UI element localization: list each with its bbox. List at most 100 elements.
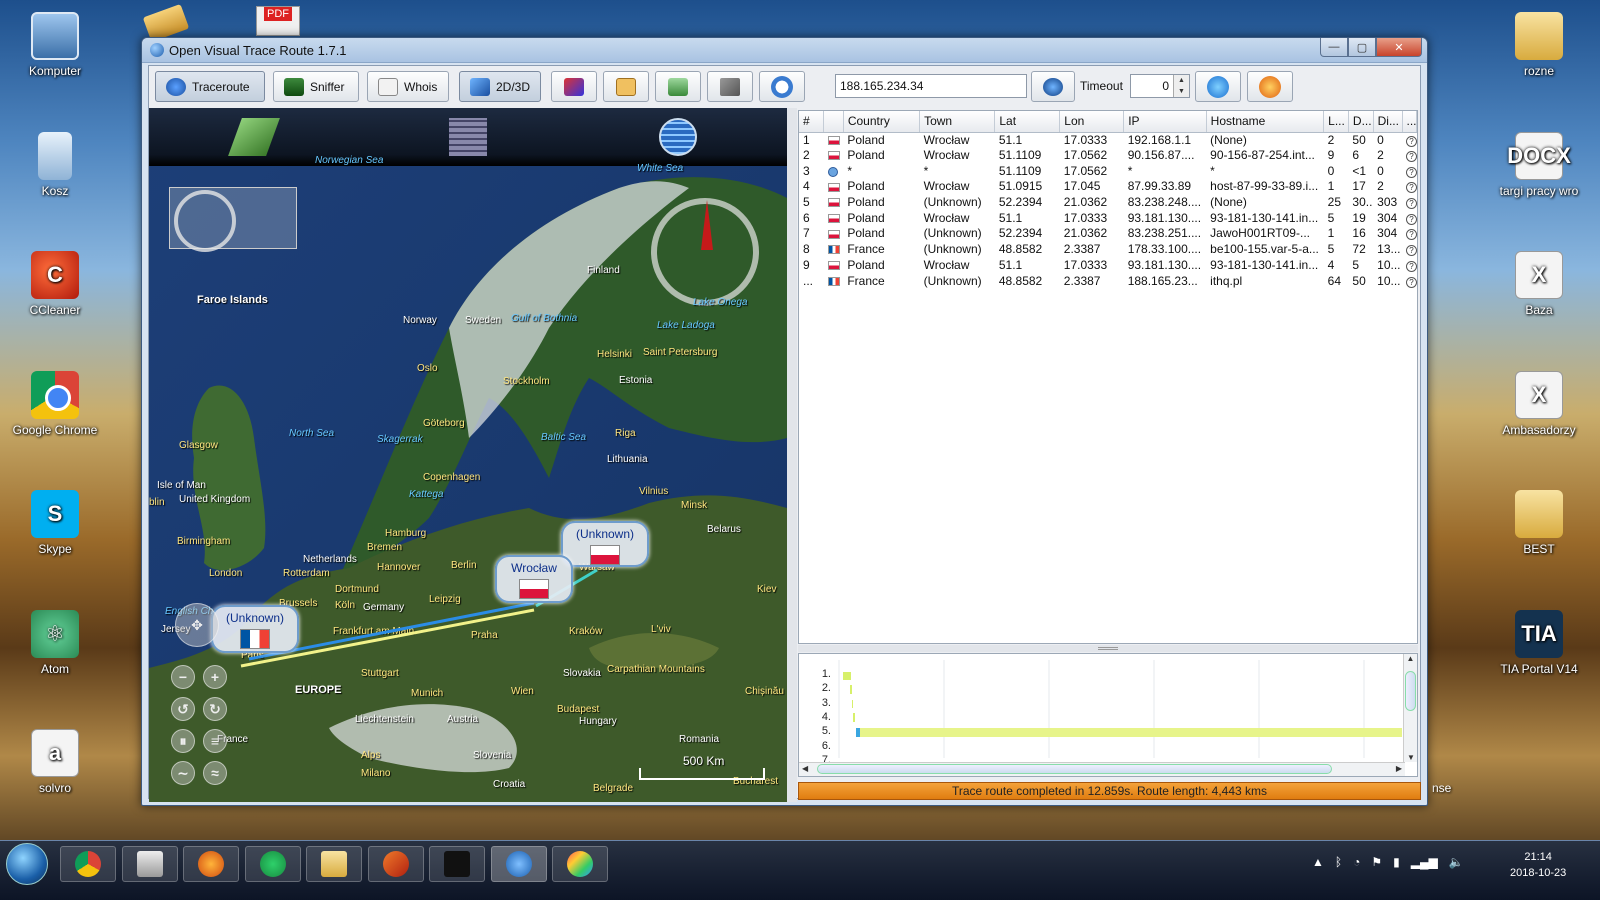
bluetooth-icon[interactable]: ᛒ <box>1335 855 1342 869</box>
whois-help-icon[interactable]: ? <box>1406 229 1417 241</box>
pan-control-icon[interactable]: ✥ <box>175 603 219 647</box>
column-header[interactable]: Di... <box>1373 111 1403 133</box>
clock[interactable]: 21:14 2018-10-23 <box>1510 849 1566 881</box>
taskbar-app-button[interactable] <box>490 846 547 882</box>
column-header[interactable]: ... <box>1402 111 1417 133</box>
desktop-shortcut-left[interactable]: S Skype <box>7 490 103 556</box>
column-header[interactable]: Lat <box>994 111 1061 133</box>
start-button[interactable] <box>6 843 48 885</box>
wifi-manager-icon[interactable]: ◔ <box>1353 855 1360 869</box>
column-header[interactable]: Hostname <box>1206 111 1325 133</box>
settings-button[interactable] <box>707 71 753 102</box>
column-header[interactable]: D... <box>1348 111 1374 133</box>
table-row[interactable]: 2 Poland Wrocław 51.1109 17.0562 90.156.87...… <box>799 148 1417 164</box>
tilt-up-icon[interactable]: ⏸ <box>171 729 195 753</box>
about-button[interactable] <box>759 71 805 102</box>
whois-help-icon[interactable]: ? <box>1406 198 1417 210</box>
whois-help-icon[interactable]: ? <box>1406 166 1417 178</box>
scroll-right-arrow-icon[interactable]: ▶ <box>1396 764 1402 773</box>
table-row[interactable]: 5 Poland (Unknown) 52.2394 21.0362 83.238.248… <box>799 195 1417 211</box>
whois-button[interactable]: Whois <box>367 71 449 102</box>
desktop-shortcut-left[interactable]: Google Chrome <box>7 370 103 437</box>
spinner-arrows-icon[interactable]: ▲ ▼ <box>1173 75 1189 97</box>
vertical-splitter[interactable] <box>787 108 797 802</box>
taskbar-app-button[interactable] <box>429 846 485 882</box>
flat-map-icon[interactable] <box>449 118 487 156</box>
graph-horizontal-scrollbar[interactable]: ◀ ▶ <box>799 762 1405 776</box>
compass-icon[interactable] <box>651 198 759 306</box>
timeout-spinner[interactable]: 0 ▲ ▼ <box>1130 74 1190 98</box>
column-header[interactable]: IP <box>1123 111 1207 133</box>
taskbar-app-button[interactable] <box>60 846 116 882</box>
target-ip-input[interactable]: 188.165.234.34 <box>835 74 1027 98</box>
desktop-shortcut-right[interactable]: X Ambasadorzy <box>1491 370 1587 437</box>
graph-vertical-scrollbar[interactable]: ▲ ▼ <box>1403 654 1417 762</box>
hop-marker-warsaw[interactable]: (Unknown) <box>561 521 649 567</box>
desktop-shortcut-left[interactable]: ⚛ Atom <box>7 609 103 676</box>
pdf-file-icon[interactable]: PDF <box>256 6 300 36</box>
table-row[interactable]: ... France (Unknown) 48.8582 2.3387 188.165.2… <box>799 273 1417 289</box>
whois-help-icon[interactable]: ? <box>1406 151 1417 163</box>
taskbar-app-button[interactable] <box>552 846 608 882</box>
title-bar[interactable]: Open Visual Trace Route 1.7.1 — ▢ ✕ <box>142 38 1427 63</box>
column-header[interactable]: Country <box>843 111 921 133</box>
altitude-down-icon[interactable]: ∼ <box>171 761 195 785</box>
column-header[interactable]: L... <box>1323 111 1349 133</box>
taskbar-app-button[interactable] <box>306 846 362 882</box>
desktop-shortcut-right[interactable]: TIA TIA Portal V14 <box>1491 609 1587 676</box>
whois-help-icon[interactable]: ? <box>1406 182 1417 194</box>
taskbar-app-button[interactable] <box>367 846 424 882</box>
taskbar-app-button[interactable] <box>244 846 301 882</box>
stop-trace-button[interactable] <box>1247 71 1293 102</box>
zoom-out-icon[interactable]: − <box>171 665 195 689</box>
column-header[interactable]: # <box>799 111 825 133</box>
taskbar-app-button[interactable] <box>183 846 239 882</box>
table-row[interactable]: 6 Poland Wrocław 51.1 17.0333 93.181.130.... 9… <box>799 210 1417 226</box>
mode-2d3d-button[interactable]: 2D/3D <box>459 71 541 102</box>
latency-graph[interactable]: 1. 2. 3. 4. 5. 6. 7. ▲ ▼ ◀ ▶ <box>798 653 1418 777</box>
whois-help-icon[interactable]: ? <box>1406 260 1417 272</box>
world-map-view[interactable]: Faroe Islands Finland Norway Sweden Gulf of … <box>149 108 787 802</box>
desktop-shortcut-right[interactable]: X Baza <box>1491 251 1587 317</box>
table-row[interactable]: 4 Poland Wrocław 51.0915 17.045 87.99.33.89 ho… <box>799 179 1417 195</box>
column-header[interactable] <box>823 111 844 133</box>
desktop-shortcut-left[interactable]: a solvro <box>7 729 103 795</box>
hop-marker-wroclaw[interactable]: Wrocław <box>495 555 573 603</box>
resolve-host-button[interactable] <box>1031 71 1075 102</box>
whois-help-icon[interactable]: ? <box>1406 213 1417 225</box>
export-image-button[interactable] <box>551 71 597 102</box>
sniffer-button[interactable]: Sniffer <box>273 71 359 102</box>
signal-icon[interactable]: ▂▄▆ <box>1411 855 1438 869</box>
horizontal-splitter[interactable] <box>798 645 1418 652</box>
copy-clipboard-button[interactable] <box>603 71 649 102</box>
whois-help-icon[interactable]: ? <box>1406 135 1417 147</box>
scroll-up-arrow-icon[interactable]: ▲ <box>1404 654 1417 663</box>
show-hidden-icon[interactable]: ▲ <box>1312 855 1324 869</box>
battery-icon[interactable]: ▮ <box>1393 855 1400 869</box>
rotate-left-icon[interactable]: ↺ <box>171 697 195 721</box>
column-header[interactable]: Lon <box>1059 111 1125 133</box>
desktop-shortcut-left[interactable]: Komputer <box>7 12 103 78</box>
table-row[interactable]: 8 France (Unknown) 48.8582 2.3387 178.33.100.… <box>799 242 1417 258</box>
maximize-button[interactable]: ▢ <box>1348 38 1376 57</box>
start-trace-button[interactable] <box>1195 71 1241 102</box>
hops-table[interactable]: # Country Town Lat Lon IP Hostname L... D... Di..… <box>798 110 1418 644</box>
rotate-right-icon[interactable]: ↻ <box>203 697 227 721</box>
globe-view-icon[interactable] <box>659 118 697 156</box>
traceroute-button[interactable]: Traceroute <box>155 71 265 102</box>
minimap[interactable] <box>169 187 297 252</box>
desktop-shortcut-right[interactable]: rozne <box>1491 12 1587 78</box>
scroll-down-arrow-icon[interactable]: ▼ <box>1404 753 1417 762</box>
desktop-shortcut-right[interactable]: DOCX targi pracy wro <box>1491 131 1587 198</box>
scroll-thumb[interactable] <box>1405 671 1416 711</box>
desktop-shortcut-left[interactable]: Kosz <box>7 131 103 198</box>
whois-help-icon[interactable]: ? <box>1406 276 1417 288</box>
network-flag-icon[interactable]: ⚑ <box>1371 855 1382 869</box>
hop-marker-paris[interactable]: (Unknown) <box>211 605 299 653</box>
tilt-down-icon[interactable]: ≡ <box>203 729 227 753</box>
close-button[interactable]: ✕ <box>1376 38 1422 57</box>
table-row[interactable]: 7 Poland (Unknown) 52.2394 21.0362 83.238.251… <box>799 226 1417 242</box>
table-row[interactable]: 9 Poland Wrocław 51.1 17.0333 93.181.130.... 9… <box>799 258 1417 274</box>
minimize-button[interactable]: — <box>1320 38 1348 57</box>
scroll-left-arrow-icon[interactable]: ◀ <box>802 764 808 773</box>
